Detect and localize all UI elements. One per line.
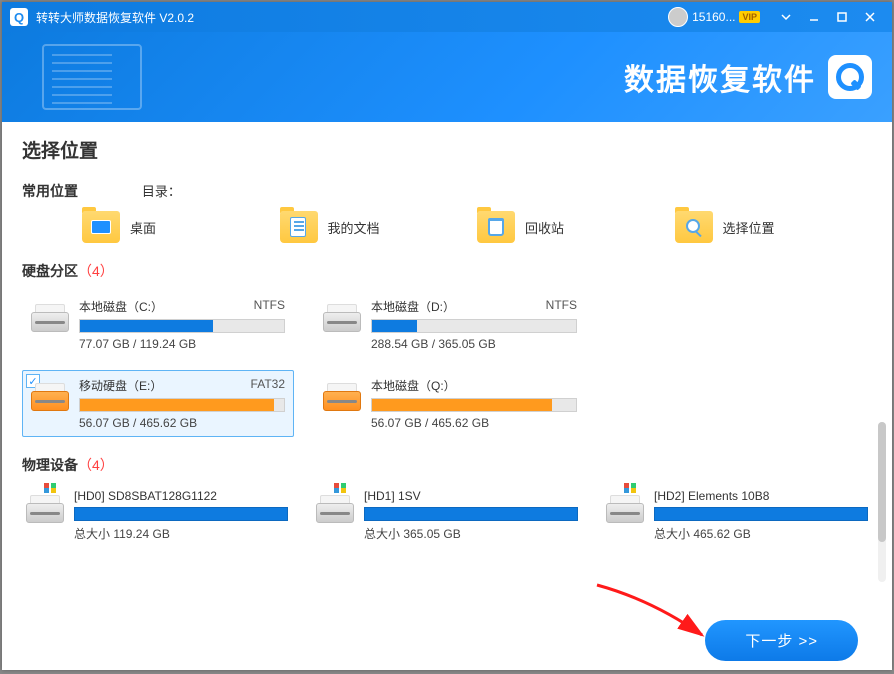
- usage-bar: [74, 507, 288, 521]
- folder-desktop-icon: [82, 211, 120, 243]
- partition-q[interactable]: 本地磁盘（Q:） 56.07 GB / 465.62 GB: [314, 370, 586, 437]
- physical-device-hd1[interactable]: [HD1] 1SV 总大小 365.05 GB: [312, 485, 582, 546]
- partitions-scrollbar[interactable]: [878, 422, 886, 582]
- page-title: 选择位置: [22, 136, 872, 163]
- common-locations-heading: 常用位置 目录：: [22, 181, 872, 201]
- partition-d[interactable]: 本地磁盘（D:） NTFS 288.54 GB / 365.05 GB: [314, 291, 586, 358]
- disk-icon: [26, 491, 64, 523]
- partition-size: 77.07 GB / 119.24 GB: [79, 337, 285, 351]
- partition-fs: NTFS: [254, 298, 285, 315]
- common-item-browse[interactable]: 选择位置: [675, 211, 873, 243]
- physical-device-name: [HD1] 1SV: [364, 489, 578, 503]
- common-item-label: 回收站: [525, 218, 564, 237]
- disk-icon: [606, 491, 644, 523]
- usage-bar: [654, 507, 868, 521]
- physical-device-size: 总大小 365.05 GB: [364, 525, 578, 542]
- partition-name: 移动硬盘（E:）: [79, 377, 162, 394]
- footer: 下一步 >>: [2, 610, 892, 670]
- partitions-heading: 硬盘分区（4）: [22, 261, 872, 281]
- avatar-icon: [668, 7, 688, 27]
- partition-name: 本地磁盘（D:）: [371, 298, 455, 315]
- header-decoration-icon: [42, 44, 142, 110]
- vip-badge: VIP: [739, 11, 760, 23]
- username-label: 15160...: [692, 10, 735, 24]
- user-account[interactable]: 15160... VIP: [668, 7, 760, 27]
- partitions-list: 本地磁盘（C:） NTFS 77.07 GB / 119.24 GB 本地磁盘（D…: [22, 291, 872, 437]
- app-window: Q 转转大师数据恢复软件 V2.0.2 15160... VIP 数据恢复软件 …: [2, 2, 892, 670]
- physical-device-size: 总大小 119.24 GB: [74, 525, 288, 542]
- physical-devices-list: [HD0] SD8SBAT128G1122 总大小 119.24 GB [HD1…: [22, 485, 872, 546]
- folder-browse-icon: [675, 211, 713, 243]
- close-button[interactable]: [856, 2, 884, 32]
- partition-c[interactable]: 本地磁盘（C:） NTFS 77.07 GB / 119.24 GB: [22, 291, 294, 358]
- partition-size: 56.07 GB / 465.62 GB: [371, 416, 577, 430]
- app-logo-icon: Q: [10, 8, 28, 26]
- partition-fs: FAT32: [251, 377, 285, 394]
- disk-icon: [31, 379, 69, 411]
- main-content: 选择位置 常用位置 目录： 桌面 我的文档 回收站 选择位置: [2, 122, 892, 610]
- common-locations-row: 桌面 我的文档 回收站 选择位置: [22, 211, 872, 243]
- disk-icon: [323, 300, 361, 332]
- physical-device-name: [HD2] Elements 10B8: [654, 489, 868, 503]
- disk-icon: [316, 491, 354, 523]
- maximize-button[interactable]: [828, 2, 856, 32]
- partition-size: 288.54 GB / 365.05 GB: [371, 337, 577, 351]
- partition-e[interactable]: ✓ 移动硬盘（E:）FAT32 56.07 GB / 465.62 GB: [22, 370, 294, 437]
- brand-title: 数据恢复软件: [624, 55, 816, 99]
- usage-bar: [371, 398, 577, 412]
- partition-name: 本地磁盘（C:）: [79, 298, 163, 315]
- usage-bar: [79, 319, 285, 333]
- physical-device-name: [HD0] SD8SBAT128G1122: [74, 489, 288, 503]
- disk-icon: [323, 379, 361, 411]
- brand-logo-icon: [828, 55, 872, 99]
- usage-bar: [371, 319, 577, 333]
- physical-device-hd2[interactable]: [HD2] Elements 10B8 总大小 465.62 GB: [602, 485, 872, 546]
- header-banner: 数据恢复软件: [2, 32, 892, 122]
- dropdown-button[interactable]: [772, 2, 800, 32]
- next-button[interactable]: 下一步 >>: [705, 620, 858, 661]
- partition-name: 本地磁盘（Q:）: [371, 377, 456, 394]
- titlebar: Q 转转大师数据恢复软件 V2.0.2 15160... VIP: [2, 2, 892, 32]
- partition-fs: NTFS: [546, 298, 577, 315]
- folder-documents-icon: [280, 211, 318, 243]
- window-title: 转转大师数据恢复软件 V2.0.2: [36, 9, 668, 26]
- disk-icon: [31, 300, 69, 332]
- common-item-label: 桌面: [130, 218, 156, 237]
- common-item-label: 我的文档: [328, 218, 380, 237]
- common-item-recycle[interactable]: 回收站: [477, 211, 675, 243]
- common-item-documents[interactable]: 我的文档: [280, 211, 478, 243]
- physical-device-size: 总大小 465.62 GB: [654, 525, 868, 542]
- folder-recycle-icon: [477, 211, 515, 243]
- directory-label: 目录：: [142, 181, 181, 200]
- minimize-button[interactable]: [800, 2, 828, 32]
- common-item-label: 选择位置: [723, 218, 775, 237]
- physical-device-hd0[interactable]: [HD0] SD8SBAT128G1122 总大小 119.24 GB: [22, 485, 292, 546]
- usage-bar: [79, 398, 285, 412]
- usage-bar: [364, 507, 578, 521]
- partition-size: 56.07 GB / 465.62 GB: [79, 416, 285, 430]
- physical-devices-heading: 物理设备（4）: [22, 455, 872, 475]
- common-item-desktop[interactable]: 桌面: [82, 211, 280, 243]
